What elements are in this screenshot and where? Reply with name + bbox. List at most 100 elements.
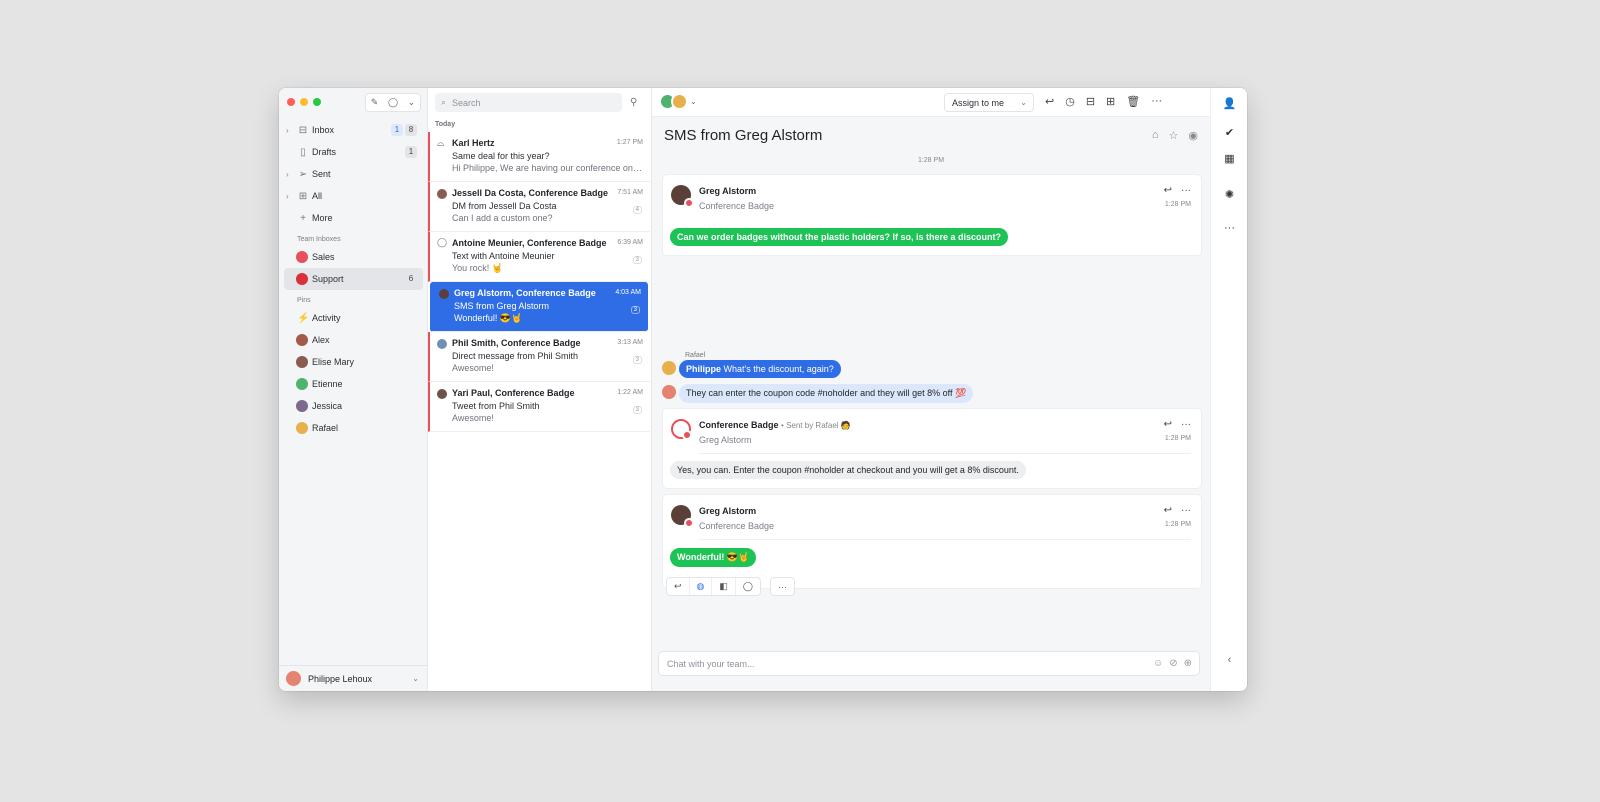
sidebar-item-etienne[interactable]: Etienne	[284, 373, 423, 395]
add-icon[interactable]: ⊕	[1184, 658, 1192, 669]
contact-icon[interactable]: 👤	[1211, 97, 1247, 110]
star-icon[interactable]: ☆	[1169, 129, 1179, 142]
conversation-preview: Awesome!	[452, 363, 494, 373]
reply-icon[interactable]: ↩	[1164, 419, 1172, 430]
mention-icon[interactable]: ⊘	[1169, 658, 1177, 669]
sidebar-item-elise-mary[interactable]: Elise Mary	[284, 351, 423, 373]
conversation-sender: Phil Smith, Conference Badge	[452, 338, 581, 348]
tag-icon[interactable]: ⌂	[1152, 129, 1159, 142]
minimize-window-button[interactable]	[300, 98, 308, 106]
chevron-down-icon: ⌄	[1020, 98, 1027, 107]
participants[interactable]: ⌄	[659, 93, 697, 110]
eye-icon[interactable]: ◉	[1188, 129, 1198, 142]
translate-icon[interactable]: ◍	[690, 578, 713, 595]
zoom-window-button[interactable]	[313, 98, 321, 106]
more-icon[interactable]: ···	[1151, 95, 1162, 108]
avatar	[439, 289, 449, 299]
more-icon[interactable]: ···	[1181, 505, 1191, 516]
conversation-item[interactable]: Phil Smith, Conference Badge 3:13 AM Dir…	[428, 332, 650, 382]
avatar	[671, 185, 694, 208]
conversation-view: ⌄ Assign to me ⌄ ↩ ◷ ⊟ ⊞ 🗑 ··· SMS from …	[652, 88, 1210, 691]
sidebar-item-sales[interactable]: Sales	[284, 246, 423, 268]
conversation-toolbar: ⌄ Assign to me ⌄ ↩ ◷ ⊟ ⊞ 🗑 ···	[652, 88, 1210, 117]
sidebar-item-drafts[interactable]: ▯ Drafts 1	[284, 141, 423, 163]
conversation-item[interactable]: Jessell Da Costa, Conference Badge 7:51 …	[428, 182, 650, 232]
archive-icon[interactable]: ⊟	[1086, 95, 1095, 108]
copy-icon[interactable]: ◧	[712, 578, 736, 595]
count-badge: 8	[405, 124, 417, 136]
close-window-button[interactable]	[287, 98, 295, 106]
collapse-icon[interactable]: ‹	[1211, 654, 1247, 666]
conversation-item[interactable]: Yari Paul, Conference Badge 1:22 AM Twee…	[428, 382, 650, 432]
message-card[interactable]: Conference Badge • Sent by Rafael 🧑 Greg…	[662, 408, 1202, 489]
chevron-down-icon: ⌄	[690, 97, 697, 106]
team-chat-input[interactable]: Chat with your team... ☺ ⊘ ⊕	[658, 651, 1200, 676]
conversation-time: 7:51 AM	[617, 189, 643, 196]
sidebar-item-sent[interactable]: › ➢ Sent	[284, 163, 423, 185]
sidebar-item-rafael[interactable]: Rafael	[284, 417, 423, 439]
sidebar-item-inbox[interactable]: › ⊟ Inbox 18	[284, 119, 423, 141]
message-recipient: Greg Alstorm	[699, 435, 752, 445]
emoji-icon[interactable]: ☺	[1153, 658, 1163, 669]
draft-icon: ▯	[300, 146, 306, 158]
sidebar: ✎ ◯ ⌄ › ⊟ Inbox 18 ▯ Drafts 1 › ➢ Sent ›	[279, 88, 428, 691]
message-card[interactable]: Greg Alstorm Conference Badge ↩ ··· 1:28 …	[662, 174, 1202, 256]
reply-icon[interactable]: ↩	[1164, 185, 1172, 196]
user-menu[interactable]: Philippe Lehoux ⌄	[279, 665, 428, 691]
sidebar-item-more[interactable]: + More	[284, 207, 423, 229]
compose-icon[interactable]: ✎	[371, 97, 379, 108]
chat-bubble-icon: ◯	[437, 237, 448, 247]
move-icon[interactable]: ⊞	[1106, 95, 1115, 108]
chevron-right-icon[interactable]: ›	[286, 170, 289, 179]
conversation-sender: Antoine Meunier, Conference Badge	[452, 238, 607, 248]
search-input[interactable]: ⌕ Search	[435, 93, 622, 112]
conversation-time: 1:27 PM	[616, 139, 643, 146]
reply-icon[interactable]: ↩	[667, 578, 690, 595]
sidebar-item-label: Rafael	[312, 423, 339, 433]
reply-icon[interactable]: ↩	[1045, 95, 1054, 108]
message-time: 1:28 PM	[1164, 521, 1191, 528]
conversation-subject: Text with Antoine Meunier	[452, 251, 555, 261]
chevron-right-icon[interactable]: ›	[286, 192, 289, 201]
conversation-sender: Greg Alstorm, Conference Badge	[454, 288, 596, 298]
conversation-item[interactable]: ⌓ Karl Hertz 1:27 PM Same deal for this …	[428, 132, 650, 182]
conversation-item[interactable]: ◯ Antoine Meunier, Conference Badge 6:39…	[428, 232, 650, 282]
message-sender: Conference Badge • Sent by Rafael 🧑	[699, 420, 851, 430]
message-card[interactable]: Greg Alstorm Conference Badge ↩ ··· 1:28 …	[662, 494, 1202, 589]
more-icon[interactable]: ···	[1211, 222, 1247, 234]
sent-by: • Sent by Rafael 🧑	[781, 421, 851, 430]
avatar	[296, 356, 308, 368]
avatar	[296, 378, 308, 390]
chat-bubble-icon[interactable]: ◯	[388, 97, 398, 108]
sidebar-item-activity[interactable]: ⚡ Activity	[284, 307, 423, 329]
avatar	[671, 93, 688, 110]
reply-icon[interactable]: ↩	[1164, 505, 1172, 516]
filter-icon[interactable]: ⚲	[630, 97, 637, 108]
check-icon[interactable]: ✔	[1211, 126, 1247, 139]
calendar-icon[interactable]: ▦	[1211, 152, 1247, 165]
message-bubble: Yes, you can. Enter the coupon #noholder…	[670, 461, 1026, 479]
more-icon[interactable]: ···	[771, 578, 794, 595]
conversation-item-selected[interactable]: Greg Alstorm, Conference Badge 4:03 AM S…	[430, 282, 648, 332]
assign-dropdown[interactable]: Assign to me ⌄	[944, 93, 1034, 112]
more-icon[interactable]: ···	[1181, 185, 1191, 196]
more-icon[interactable]: ···	[1181, 419, 1191, 430]
send-icon: ➢	[298, 168, 308, 180]
sidebar-item-jessica[interactable]: Jessica	[284, 395, 423, 417]
conversation-time: 1:22 AM	[617, 389, 643, 396]
message-recipient: Conference Badge	[699, 521, 775, 531]
chevron-down-icon[interactable]: ⌄	[408, 97, 416, 108]
trash-icon[interactable]: 🗑	[1126, 95, 1140, 108]
comment-icon[interactable]: ◯	[736, 578, 760, 595]
integration-icon[interactable]: ✺	[1211, 188, 1247, 201]
chevron-right-icon[interactable]: ›	[286, 126, 289, 135]
compose-group: ✎ ◯ ⌄	[365, 93, 421, 112]
count-badge: 6	[408, 274, 414, 283]
sidebar-item-alex[interactable]: Alex	[284, 329, 423, 351]
sidebar-item-label: Sales	[312, 252, 335, 262]
sidebar-item-support[interactable]: Support 6	[284, 268, 423, 290]
mention[interactable]: Philippe	[686, 364, 721, 374]
sidebar-item-all[interactable]: › ⊞ All	[284, 185, 423, 207]
inbox-icon: ⊟	[298, 124, 308, 136]
snooze-icon[interactable]: ◷	[1065, 95, 1075, 108]
